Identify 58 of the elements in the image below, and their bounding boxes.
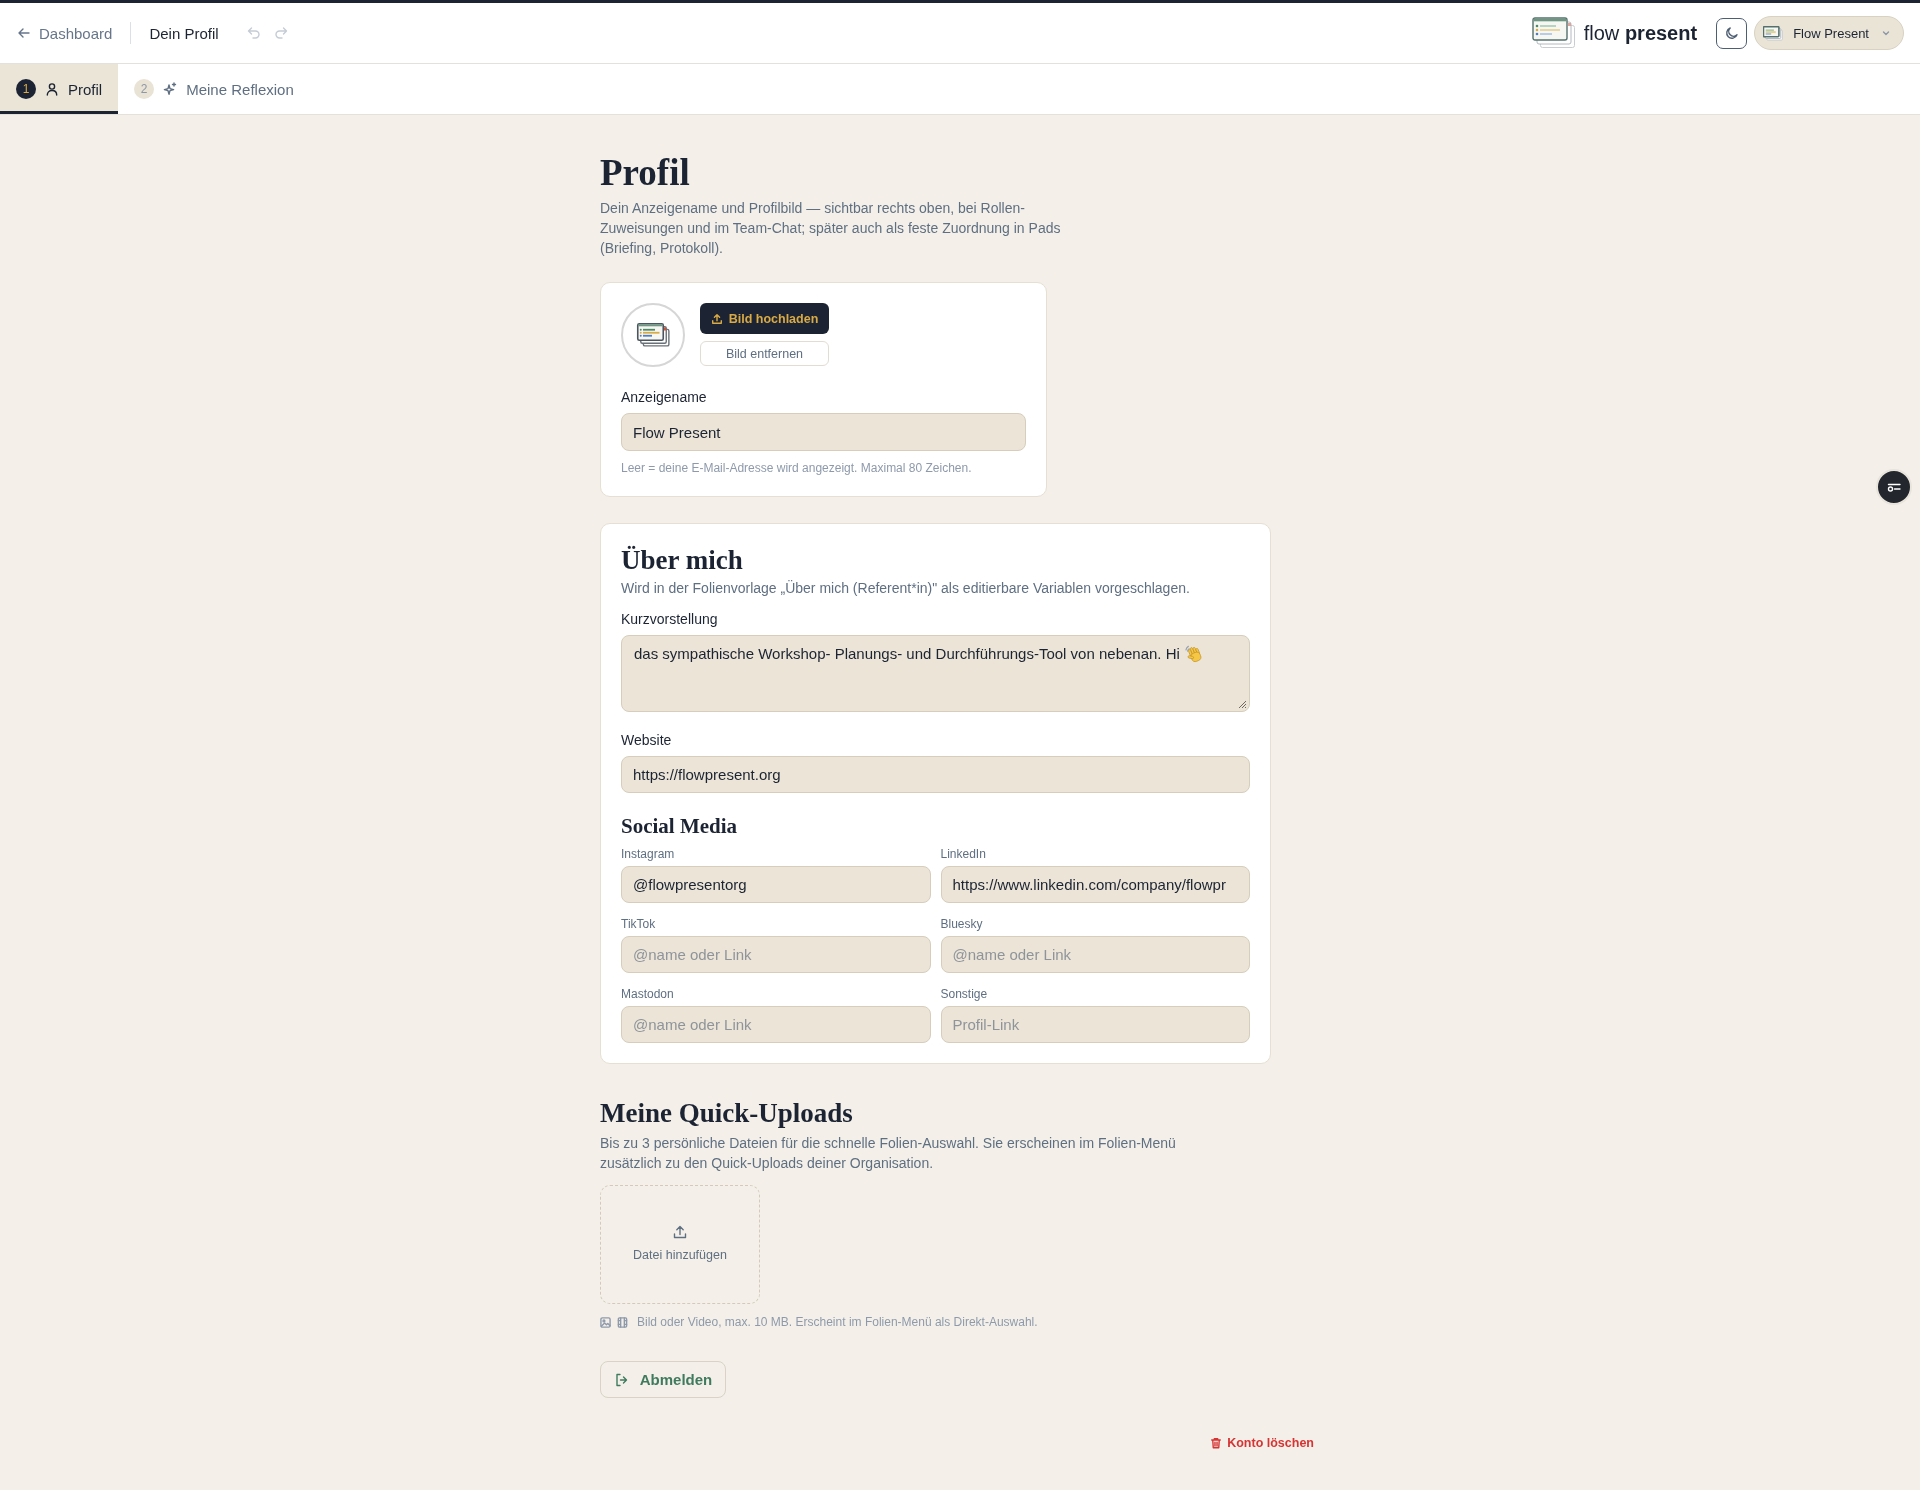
avatar-icon (621, 303, 685, 367)
back-link[interactable]: Dashboard (17, 24, 113, 42)
step-number: 1 (16, 79, 36, 99)
image-icon (600, 1316, 611, 1328)
field-label: LinkedIn (940, 846, 987, 862)
moon-icon (1723, 25, 1740, 41)
intro-textarea[interactable]: das sympathische Workshop- Planungs- und Durchführungs-Tool von nebenan. Hi (621, 635, 1250, 712)
field-label: Kurzvorstellung (621, 610, 719, 628)
file-dropzone[interactable]: Datei hinzufügen (600, 1185, 760, 1304)
page-title: Dein Profil (149, 24, 219, 42)
upload-icon (672, 1223, 688, 1240)
social-input[interactable]: https://www.linkedin.com/company/flowpr (940, 866, 1250, 903)
upload-hint: Bild oder Video, max. 10 MB. Erscheint im Folien-Menü als Direkt-Auswahl. (637, 1314, 1038, 1330)
page-heading: Profil (600, 151, 691, 195)
field-label: Bluesky (940, 916, 984, 932)
delete-account-button[interactable]: Konto löschen (1210, 1436, 1314, 1450)
social-input[interactable]: @flowpresentorg (621, 866, 931, 903)
brand-name: flow present (1583, 21, 1698, 45)
section-heading: Über mich (621, 544, 744, 576)
section-description: Bis zu 3 persönliche Dateien für die schnelle Folien-Auswahl. Sie erscheinen im Folien-Menü zusätzlich zu den Quick-Uploads deiner Organisation. (600, 1134, 1177, 1173)
social-input[interactable]: Profil-Link (940, 1006, 1250, 1043)
step-number: 2 (134, 79, 155, 99)
section-description: Wird in der Folienvorlage „Über mich (Referent*in)" als editierbare Variablen vorgeschlagen. (621, 579, 1191, 598)
user-menu-button[interactable]: Flow Present (1754, 16, 1904, 50)
section-heading: Social Media (621, 814, 739, 838)
social-input[interactable]: @name oder Link (940, 936, 1250, 973)
waving-hand-icon (1183, 644, 1203, 663)
upload-icon (710, 312, 723, 325)
field-hint: Leer = deine E-Mail-Adresse wird angezeigt. Maximal 80 Zeichen. (621, 460, 973, 476)
arrow-left-icon (17, 26, 31, 40)
stacked-slides-icon (1763, 25, 1784, 41)
social-input[interactable]: @name oder Link (621, 936, 931, 973)
upload-image-button[interactable]: Bild hochladen (700, 303, 829, 334)
social-input[interactable]: @name oder Link (621, 1006, 931, 1043)
resize-handle-icon[interactable] (1237, 699, 1247, 709)
stacked-slides-icon (1531, 17, 1576, 49)
section-description: Dein Anzeigename und Profilbild — sichtbar rechts oben, bei Rollen-Zuweisungen und im Team-Chat; später auch als feste Zuordnung in Pads (Briefing, Protokoll). (600, 199, 1062, 258)
website-input[interactable]: https://flowpresent.org (621, 756, 1250, 793)
field-label: Mastodon (621, 986, 675, 1002)
field-label: Instagram (621, 846, 676, 862)
field-label: Website (621, 731, 673, 749)
field-label: Sonstige (940, 986, 989, 1002)
display-name-input[interactable]: Flow Present (621, 413, 1026, 451)
trash-icon (1210, 1437, 1223, 1449)
logout-button[interactable]: Abmelden (600, 1361, 726, 1398)
chevron-down-icon (1881, 28, 1891, 38)
field-label: Anzeigename (621, 388, 708, 406)
logout-icon (613, 1371, 630, 1388)
step-tab[interactable]: 1 Profil (0, 64, 119, 114)
step-tab[interactable]: 2 Meine Reflexion (118, 64, 310, 114)
field-label: TikTok (621, 916, 657, 932)
floating-menu-button[interactable] (1876, 469, 1912, 505)
remove-image-button[interactable]: Bild entfernen (700, 341, 829, 366)
film-icon (617, 1316, 628, 1328)
sparkle-icon (163, 82, 178, 96)
theme-toggle-button[interactable] (1716, 17, 1748, 49)
section-heading: Meine Quick-Uploads (600, 1097, 854, 1129)
user-icon (45, 82, 59, 96)
